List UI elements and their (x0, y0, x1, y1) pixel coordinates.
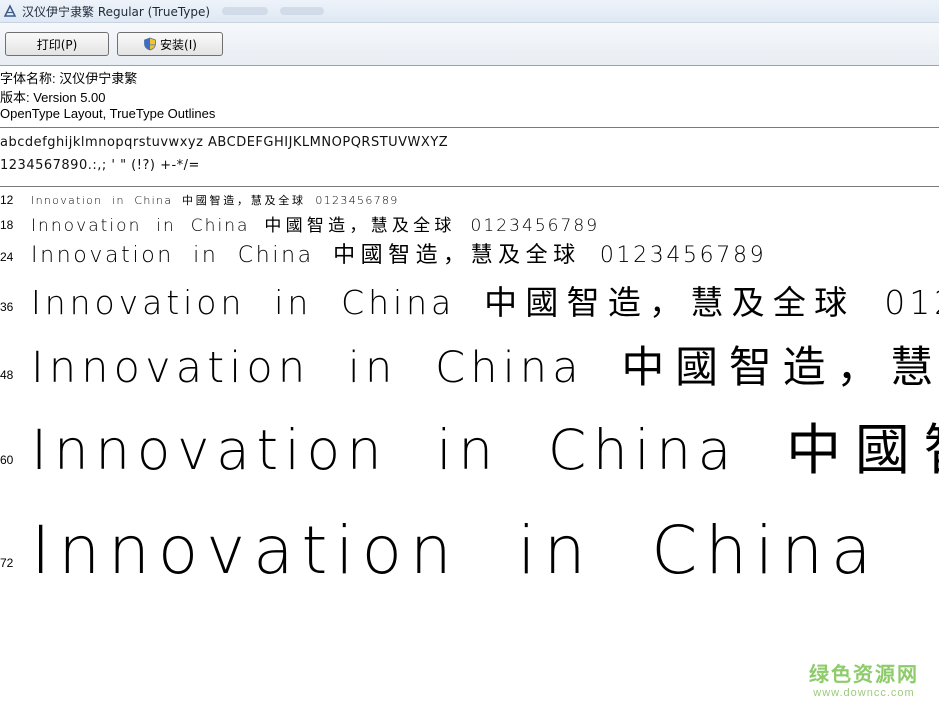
shield-icon (143, 37, 157, 51)
print-button-label: 打印(P) (36, 37, 78, 52)
size-label: 60 (0, 453, 14, 467)
sample-text: Innovation in China 中國智造，慧及全球 0123456789 (31, 343, 939, 393)
divider (0, 127, 939, 128)
watermark: 绿色资源网 www.downcc.com (809, 658, 919, 699)
sample-text: Innovation in China 中國智造，慧及全球 0123456789 (31, 243, 767, 268)
window-title: 汉仪伊宁隶繁 Regular (TrueType) (22, 4, 211, 19)
font-type-line: OpenType Layout, TrueType Outlines (0, 106, 216, 121)
sample-row-36: 36 Innovation in China 中國智造，慧及全球 0123456… (0, 276, 939, 322)
sample-text: Innovation in China 中國智造，慧及全球 0123456789 (31, 512, 939, 589)
charset-letters: abcdefghijklmnopqrstuvwxyz ABCDEFGHIJKLM… (0, 135, 449, 150)
sample-row-72: 72 Innovation in China 中國智造，慧及全球 0123456… (0, 497, 939, 589)
size-label: 12 (0, 193, 14, 207)
sample-text: Innovation in China 中國智造，慧及全球 0123456789 (31, 216, 600, 236)
sample-row-12: 12 Innovation in China 中國智造，慧及全球 0123456… (0, 192, 939, 208)
sample-text: Innovation in China 中國智造，慧及全球 0123456789 (31, 418, 939, 482)
size-label: 18 (0, 218, 14, 232)
sample-row-48: 48 Innovation in China 中國智造，慧及全球 0123456… (0, 333, 939, 393)
font-version-line: 版本: Version 5.00 (0, 90, 106, 105)
install-button-label: 安装(I) (160, 37, 197, 52)
divider (0, 186, 939, 187)
sample-text: Innovation in China 中國智造，慧及全球 0123456789 (31, 194, 399, 207)
print-button[interactable]: 打印(P) (5, 32, 109, 56)
blurred-title-text (280, 7, 325, 15)
sample-row-24: 24 Innovation in China 中國智造，慧及全球 0123456… (0, 237, 939, 268)
title-bar[interactable]: 汉仪伊宁隶繁 Regular (TrueType) (0, 0, 939, 23)
charset-digits-symbols: 1234567890.:,; ' " (!?) +-*/= (0, 158, 200, 173)
size-label: 24 (0, 250, 14, 264)
watermark-text: 绿色资源网 (809, 662, 919, 686)
font-viewer-icon (3, 4, 17, 18)
blurred-title-text (222, 7, 269, 15)
sample-text: Innovation in China 中國智造，慧及全球 0123456789 (31, 283, 939, 322)
font-viewer-window: 汉仪伊宁隶繁 Regular (TrueType) 打印(P) 安装(I) 字体… (0, 0, 939, 711)
size-label: 48 (0, 368, 14, 382)
sample-row-60: 60 Innovation in China 中國智造，慧及全球 0123456… (0, 405, 939, 482)
size-label: 36 (0, 300, 14, 314)
size-label: 72 (0, 556, 14, 570)
watermark-url: www.downcc.com (813, 687, 915, 699)
font-name-line: 字体名称: 汉仪伊宁隶繁 (0, 71, 138, 86)
install-button[interactable]: 安装(I) (117, 32, 223, 56)
toolbar: 打印(P) 安装(I) (0, 23, 939, 66)
sample-row-18: 18 Innovation in China 中國智造，慧及全球 0123456… (0, 211, 939, 236)
